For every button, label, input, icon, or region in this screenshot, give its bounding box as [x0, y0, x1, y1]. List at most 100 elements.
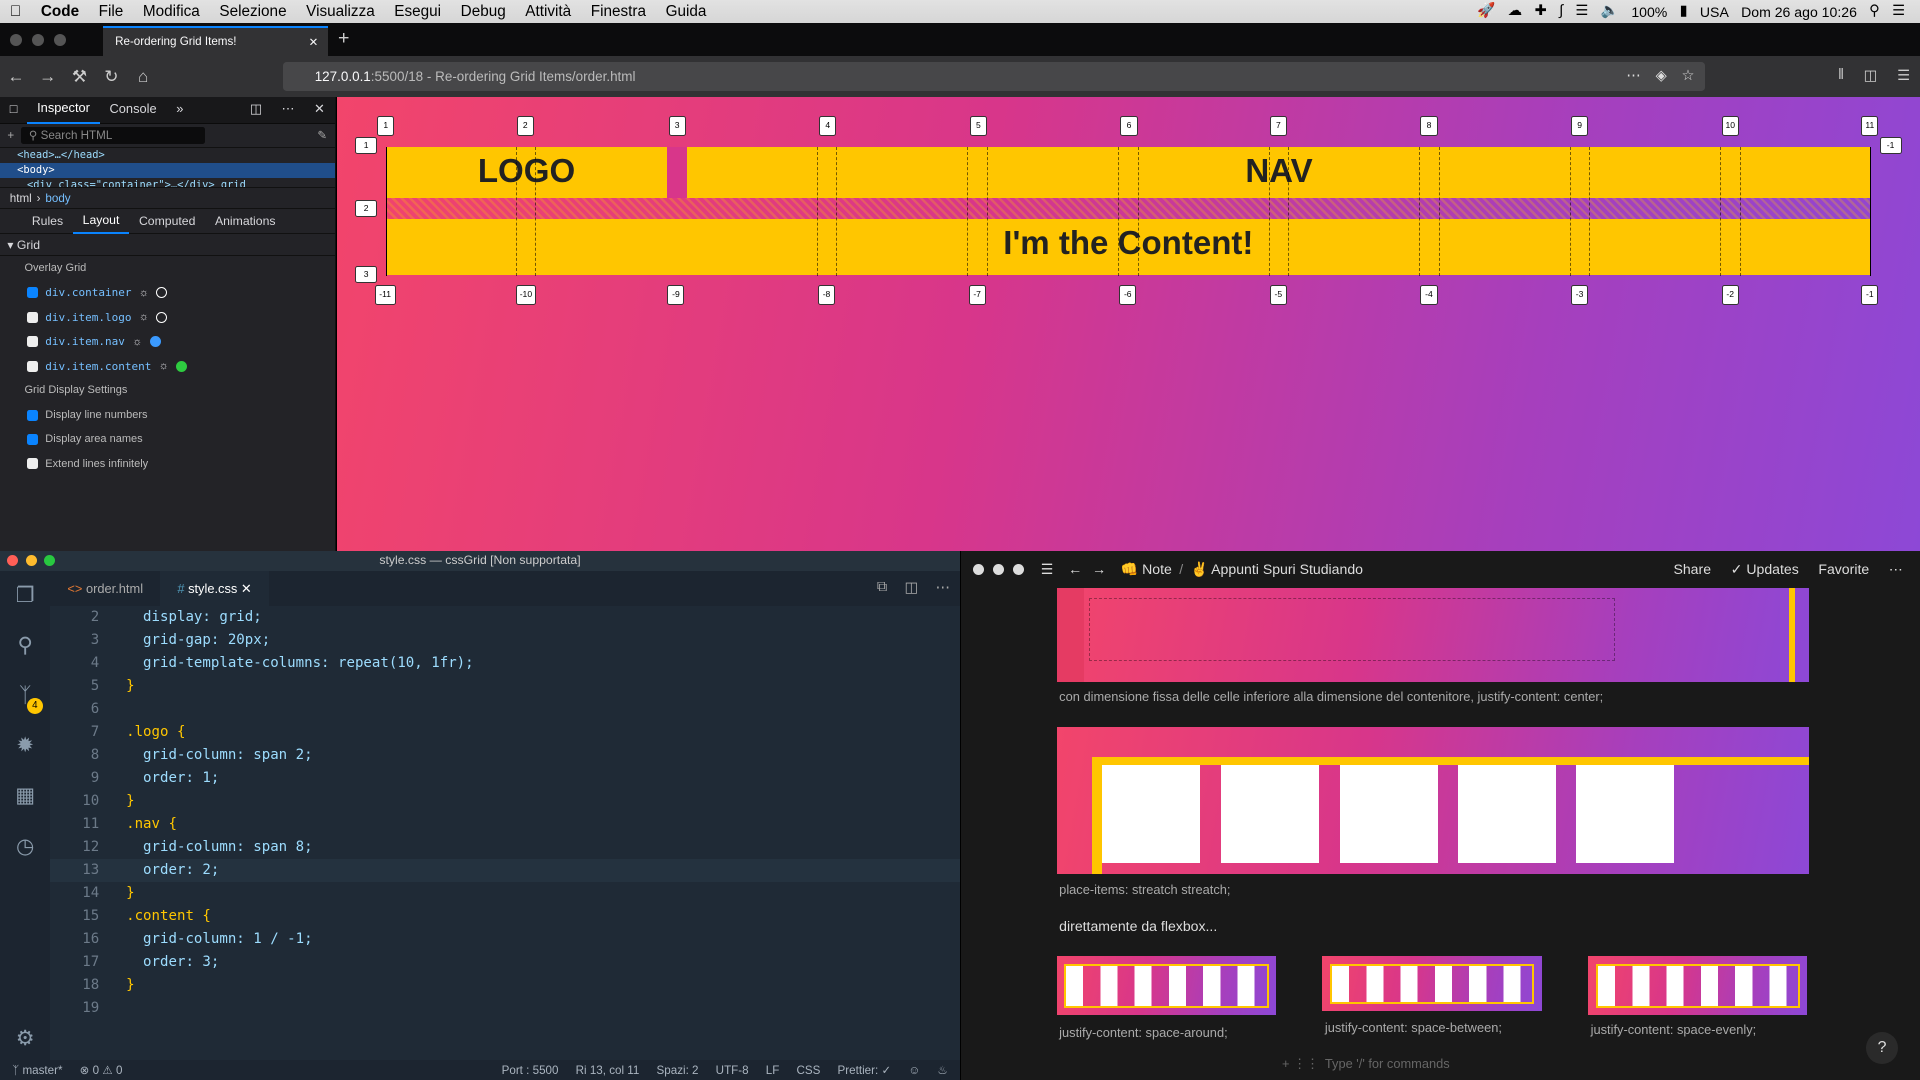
- pick-element-icon[interactable]: □: [0, 96, 27, 123]
- new-tab-button[interactable]: +: [338, 27, 349, 50]
- setting-checkbox[interactable]: [26, 458, 38, 470]
- sidebar-icon[interactable]: ◫: [1864, 67, 1878, 84]
- favorite-button[interactable]: Favorite: [1818, 551, 1869, 588]
- grid-section-header[interactable]: ▾ Grid: [0, 234, 335, 256]
- rocket-icon[interactable]: 🚀: [1477, 0, 1495, 23]
- highlight-icon[interactable]: ☼: [139, 287, 149, 299]
- code-line[interactable]: 2 display: grid;: [50, 606, 960, 629]
- menu-debug[interactable]: Debug: [451, 3, 516, 21]
- menu-finestra[interactable]: Finestra: [581, 3, 656, 21]
- encoding-status[interactable]: UTF-8: [716, 1064, 749, 1077]
- code-line[interactable]: 3 grid-gap: 20px;: [50, 629, 960, 652]
- problems-status[interactable]: ⊗ 0 ⚠ 0: [80, 1063, 123, 1077]
- zoom-window-button[interactable]: [44, 554, 56, 566]
- devtools-menu-icon[interactable]: ⋯: [272, 96, 304, 123]
- menu-selezione[interactable]: Selezione: [210, 3, 297, 21]
- more-icon[interactable]: ⋯: [1626, 62, 1641, 90]
- tree-node-head[interactable]: <head>…</head>: [0, 148, 335, 163]
- code-line[interactable]: 15 .content {: [50, 905, 960, 928]
- setting-row[interactable]: Display area names: [0, 427, 335, 451]
- browser-tab[interactable]: Re-ordering Grid Items! ✕: [102, 25, 329, 57]
- forward-button[interactable]: →: [32, 66, 64, 87]
- forward-arrow-icon[interactable]: →: [1092, 561, 1106, 577]
- menu-file[interactable]: File: [89, 3, 133, 21]
- spotlight-icon[interactable]: ⚲: [1869, 0, 1880, 23]
- input-locale[interactable]: USA: [1700, 4, 1729, 20]
- help-button[interactable]: ?: [1866, 1032, 1898, 1065]
- tab-order-html[interactable]: <> order.html: [50, 571, 160, 607]
- debug-icon[interactable]: ✹: [0, 721, 50, 771]
- back-arrow-icon[interactable]: ←: [1068, 561, 1082, 577]
- close-window-button[interactable]: [7, 554, 19, 566]
- tab-style-css[interactable]: # style.css ✕: [160, 570, 269, 607]
- editor-more-icon[interactable]: ⋯: [936, 579, 951, 596]
- grid-overlay-checkbox[interactable]: [26, 287, 38, 299]
- code-editor[interactable]: 2 display: grid; 3 grid-gap: 20px; 4 grid-…: [50, 606, 960, 1060]
- code-line[interactable]: 12 grid-column: span 8;: [50, 836, 960, 859]
- code-line[interactable]: 16 grid-column: 1 / -1;: [50, 928, 960, 951]
- tab-layout[interactable]: Layout: [72, 208, 130, 235]
- menu-guida[interactable]: Guida: [656, 3, 716, 21]
- git-history-icon[interactable]: ◷: [0, 822, 50, 872]
- code-line[interactable]: 10}: [50, 790, 960, 813]
- hamburger-menu-icon[interactable]: ☰: [1897, 67, 1910, 84]
- cloud-icon[interactable]: ☁: [1508, 0, 1523, 23]
- minimize-window-button[interactable]: [25, 554, 37, 566]
- close-window-button[interactable]: [9, 33, 23, 46]
- tab-computed[interactable]: Computed: [129, 209, 205, 233]
- tab-rules[interactable]: Rules: [22, 209, 73, 233]
- split-editor-icon[interactable]: ◫: [905, 579, 919, 596]
- menu-visualizza[interactable]: Visualizza: [296, 3, 384, 21]
- sidebar-menu-icon[interactable]: ☰: [1041, 561, 1054, 578]
- highlight-icon[interactable]: ☼: [159, 360, 169, 372]
- thumbnail-image[interactable]: [1056, 956, 1276, 1016]
- add-node-icon[interactable]: +: [7, 129, 14, 142]
- pocket-icon[interactable]: ◈: [1656, 62, 1667, 90]
- highlight-icon[interactable]: ☼: [132, 336, 142, 348]
- close-devtools-icon[interactable]: ✕: [304, 96, 334, 123]
- setting-checkbox[interactable]: [26, 409, 38, 421]
- zoom-window-button[interactable]: [53, 33, 67, 46]
- code-line[interactable]: 6: [50, 698, 960, 721]
- minimize-window-button[interactable]: [993, 563, 1005, 575]
- zoom-window-button[interactable]: [1012, 563, 1024, 575]
- wifi-icon[interactable]: ☰: [1575, 0, 1588, 23]
- code-line[interactable]: 17 order: 3;: [50, 951, 960, 974]
- battery-percent[interactable]: 100%: [1631, 4, 1667, 20]
- grid-overlay-row[interactable]: div.item.content ☼: [0, 354, 335, 378]
- highlight-icon[interactable]: ☼: [139, 311, 149, 323]
- code-line[interactable]: 7 .logo {: [50, 721, 960, 744]
- tab-console[interactable]: Console: [100, 96, 167, 123]
- notification-center-icon[interactable]: ☰: [1892, 0, 1905, 23]
- plus-icon[interactable]: ✚: [1535, 0, 1547, 23]
- tree-node-body[interactable]: <body>: [0, 162, 335, 178]
- tree-node-container[interactable]: <div class="container">…</div> grid: [0, 178, 335, 188]
- code-line[interactable]: 19: [50, 997, 960, 1020]
- breadcrumb-note[interactable]: 👊 Note: [1121, 561, 1172, 578]
- grid-overlay-checkbox[interactable]: [26, 336, 38, 348]
- more-options-icon[interactable]: ⋯: [1889, 551, 1903, 588]
- grid-color-swatch[interactable]: [176, 360, 188, 372]
- branch-status[interactable]: ᛉ master*: [12, 1064, 62, 1077]
- search-html-input[interactable]: ⚲ Search HTML: [21, 126, 206, 144]
- clock[interactable]: Dom 26 ago 10:26: [1741, 4, 1857, 20]
- thumbnail-image[interactable]: [1588, 956, 1808, 1016]
- settings-gear-icon[interactable]: ⚙: [0, 1014, 50, 1064]
- setting-row[interactable]: Display line numbers: [0, 403, 335, 427]
- code-line[interactable]: 9 order: 1;: [50, 767, 960, 790]
- crumb-html[interactable]: html: [10, 192, 32, 205]
- grid-screenshot-image[interactable]: [1056, 727, 1809, 875]
- back-button[interactable]: ←: [0, 66, 32, 87]
- code-line[interactable]: 5}: [50, 675, 960, 698]
- grid-color-swatch[interactable]: [156, 311, 168, 323]
- cursor-position[interactable]: Ri 13, col 11: [576, 1064, 640, 1077]
- close-tab-icon[interactable]: ✕: [309, 35, 319, 49]
- port-status[interactable]: Port : 5500: [502, 1064, 559, 1077]
- breadcrumb-page[interactable]: ✌️ Appunti Spuri Studiando: [1191, 561, 1364, 578]
- menu-modifica[interactable]: Modifica: [133, 3, 210, 21]
- eyedropper-icon[interactable]: ✎: [317, 128, 334, 142]
- crumb-body[interactable]: body: [45, 192, 70, 205]
- grid-overlay-checkbox[interactable]: [26, 311, 38, 323]
- code-line[interactable]: 14}: [50, 882, 960, 905]
- apple-icon[interactable]: : [0, 3, 31, 21]
